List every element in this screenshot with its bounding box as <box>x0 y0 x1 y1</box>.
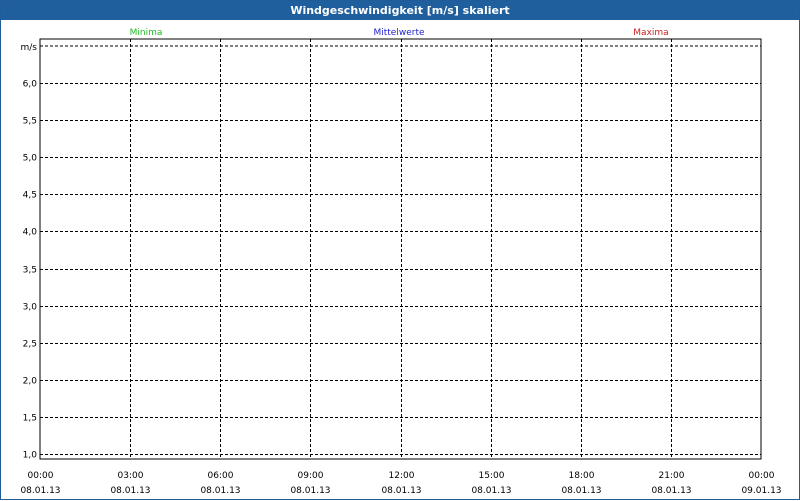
y-tick-label: 5,5 <box>23 117 37 127</box>
x-tick-time-label: 18:00 <box>569 471 595 481</box>
legend-entry: Mittelwerte <box>373 28 424 38</box>
y-tick-label: 3,5 <box>23 266 37 276</box>
chart-window: Windgeschwindigkeit [m/s] skaliert 1,0 1,… <box>0 0 800 500</box>
x-tick-time-label: 03:00 <box>118 471 144 481</box>
y-tick-label: 5,0 <box>23 154 38 164</box>
x-tick-date-label: 08.01.13 <box>651 486 691 496</box>
y-tick-label: 2,5 <box>23 340 37 350</box>
x-tick-date-label: 08.01.13 <box>561 486 601 496</box>
plot-area <box>39 38 762 460</box>
x-tick-time-label: 12:00 <box>389 471 415 481</box>
x-tick-time-label: 09:00 <box>298 471 324 481</box>
y-tick-label: 2,0 <box>23 377 38 387</box>
x-tick-time-label: 00:00 <box>28 471 54 481</box>
x-tick-date-label: 08.01.13 <box>381 486 421 496</box>
y-tick-label: 4,0 <box>23 228 38 238</box>
wind-speed-chart: 1,0 1,5 2,0 2,5 3,0 3,5 4,0 4,5 5,0 5,5 6,0 m/s 00:0… <box>20 28 781 496</box>
legend-entry: Maxima <box>633 28 668 38</box>
legend-entry: Minima <box>130 28 163 38</box>
y-tick-label: 1,5 <box>23 414 37 424</box>
x-tick-date-label: 08.01.13 <box>200 486 240 496</box>
x-tick-date-label: 09.01.13 <box>741 486 781 496</box>
x-tick-date-label: 08.01.13 <box>471 486 511 496</box>
x-tick-date-label: 08.01.13 <box>290 486 330 496</box>
y-tick-label: 6,0 <box>23 80 38 90</box>
x-tick-time-label: 21:00 <box>659 471 685 481</box>
x-tick-date-label: 08.01.13 <box>110 486 150 496</box>
x-tick-time-label: 15:00 <box>479 471 505 481</box>
x-tick-date-label: 08.01.13 <box>20 486 60 496</box>
y-axis-label: m/s <box>21 43 38 53</box>
x-tick-time-label: 00:00 <box>749 471 775 481</box>
y-tick-label: 3,0 <box>23 303 38 313</box>
x-tick-time-label: 06:00 <box>208 471 234 481</box>
y-tick-label: 4,5 <box>23 191 37 201</box>
y-tick-label: 1,0 <box>23 451 38 461</box>
